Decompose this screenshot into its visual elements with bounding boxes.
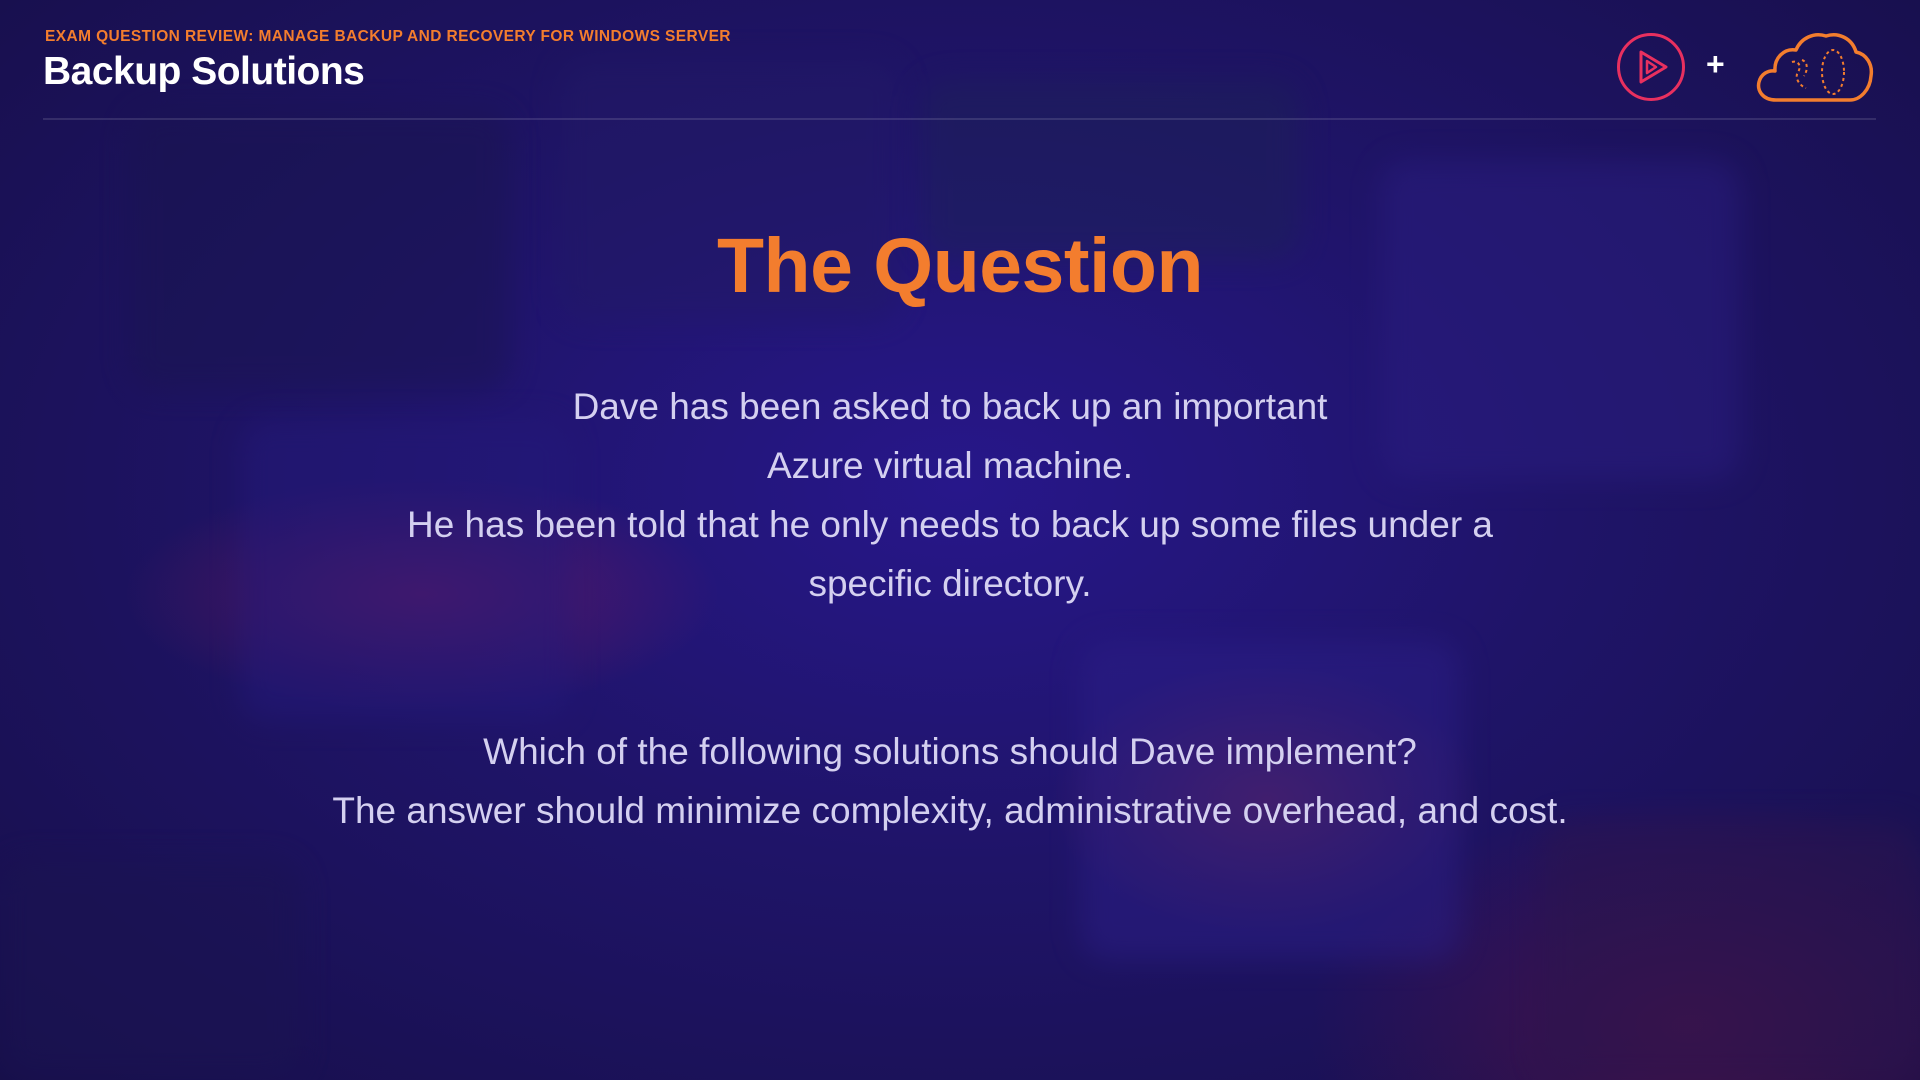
question-line: Which of the following solutions should … — [483, 731, 1417, 772]
scenario-line: Azure virtual machine. — [766, 445, 1134, 486]
question-heading: The Question — [717, 223, 1203, 309]
scenario-line: specific directory. — [808, 563, 1092, 604]
question-line: The answer should minimize complexity, a… — [332, 790, 1568, 831]
question-text: Which of the following solutions should … — [160, 722, 1740, 840]
scenario-text: Dave has been asked to back up an import… — [160, 377, 1740, 613]
scenario-line: Dave has been asked to back up an import… — [572, 386, 1328, 427]
slide-content: The Question Dave has been asked to back… — [0, 0, 1920, 1080]
scenario-line: He has been told that he only needs to b… — [406, 504, 1494, 545]
